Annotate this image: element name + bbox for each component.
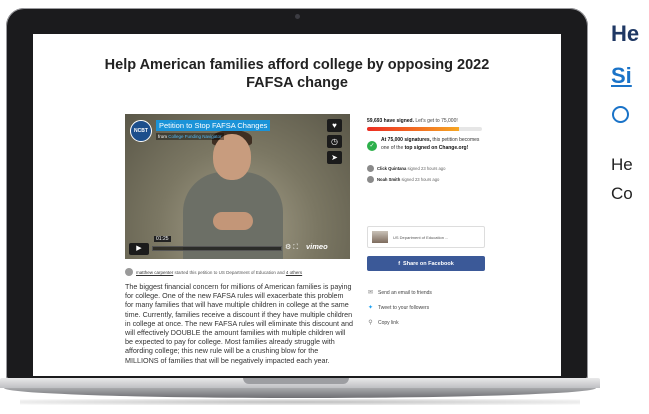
video-person-head <box>213 134 251 180</box>
slide-link[interactable]: Si <box>611 63 632 89</box>
email-icon: ✉ <box>367 290 374 296</box>
starter-text: started this petition to US Department o… <box>174 269 285 275</box>
milestone-text: At 75,000 signatures, this petition beco… <box>381 137 485 152</box>
clock-icon[interactable]: ◷ <box>327 135 342 148</box>
share-email-link[interactable]: ✉ Send an email to friends <box>367 289 432 297</box>
signature-progress-fill <box>367 127 459 131</box>
petition-body: The biggest financial concern for millio… <box>125 282 353 365</box>
checkmark-icon: ✓ <box>367 141 377 151</box>
play-icon[interactable]: ▶ <box>129 243 149 255</box>
video-player[interactable]: NCBT Petition to Stop FAFSA Changes from… <box>125 114 350 259</box>
copy-link[interactable]: ⚲ Copy link <box>367 319 399 327</box>
milestone-bold-2: top signed on Change.org! <box>404 144 469 151</box>
laptop-screen: Help American families afford college by… <box>33 34 561 376</box>
signature-count: 59,693 have signed. Let's get to 75,000! <box>367 118 458 124</box>
laptop-base <box>0 378 649 408</box>
camera-icon <box>295 14 300 19</box>
video-person-hands <box>213 212 253 230</box>
slide-body-line: Co <box>611 184 633 203</box>
decision-maker-card[interactable]: US Department of Education ... <box>367 226 485 248</box>
video-title[interactable]: Petition to Stop FAFSA Changes <box>156 120 271 131</box>
video-timecode: 01:25 <box>154 236 171 242</box>
signer-avatar <box>367 165 374 172</box>
decision-maker-name: US Department of Education ... <box>393 234 449 240</box>
signer-avatar <box>367 176 374 183</box>
signature-goal: Let's get to 75,000! <box>415 118 458 124</box>
laptop-lid: Help American families afford college by… <box>6 8 588 380</box>
video-source: from College Funding Navigator <box>156 133 224 140</box>
slide-title: He <box>611 21 640 46</box>
send-icon[interactable]: ➤ <box>327 151 342 164</box>
slide-body-line: He <box>611 155 633 174</box>
video-settings-icon[interactable]: ⚙ ⛶ <box>285 243 298 252</box>
share-email-label: Send an email to friends <box>378 289 432 296</box>
signature-progress-bar <box>367 127 482 131</box>
video-source-prefix: from <box>158 134 167 139</box>
video-source-name[interactable]: College Funding Navigator <box>168 134 221 139</box>
video-progress-bar[interactable] <box>152 246 282 251</box>
petition-starter: matthew carpenter started this petition … <box>125 268 365 276</box>
twitter-icon: ✦ <box>367 305 374 311</box>
stage: Help American families afford college by… <box>0 0 649 414</box>
decision-maker-image <box>372 231 388 243</box>
recent-signer: Click Quintana signed 23 hours ago <box>367 165 485 172</box>
signer-name: Click Quintana <box>377 166 407 171</box>
vimeo-logo[interactable]: vimeo <box>306 242 328 251</box>
laptop-base-bottom <box>4 388 596 398</box>
share-twitter-link[interactable]: ✦ Tweet to your followers <box>367 304 430 312</box>
heart-icon[interactable]: ♥ <box>327 119 342 132</box>
signer-time: signed 23 hours ago <box>407 166 446 171</box>
signer-time: signed 23 hours ago <box>401 177 440 182</box>
link-icon: ⚲ <box>368 320 373 326</box>
milestone-bold: At 75,000 signatures, <box>381 137 432 143</box>
channel-logo[interactable]: NCBT <box>130 120 152 142</box>
starter-avatar <box>125 268 133 276</box>
signer-name: Noah Smith <box>377 177 401 182</box>
signature-count-value: 59,693 have signed. <box>367 118 414 124</box>
share-facebook-button[interactable]: f Share on Facebook <box>367 256 485 271</box>
milestone-notice: ✓ At 75,000 signatures, this petition be… <box>367 137 485 152</box>
copy-link-label: Copy link <box>378 319 399 326</box>
petition-title: Help American families afford college by… <box>104 57 490 91</box>
facebook-label: Share on Facebook <box>403 260 454 267</box>
laptop-shadow <box>20 399 580 405</box>
facebook-icon: f <box>398 260 401 267</box>
recent-signer: Noah Smith signed 23 hours ago <box>367 176 485 183</box>
share-twitter-label: Tweet to your followers <box>378 304 430 311</box>
radio-button[interactable] <box>612 106 629 123</box>
laptop-base-notch <box>243 378 349 384</box>
starter-others-link[interactable]: 4 others <box>286 270 302 275</box>
starter-name[interactable]: matthew carpenter <box>136 270 173 275</box>
